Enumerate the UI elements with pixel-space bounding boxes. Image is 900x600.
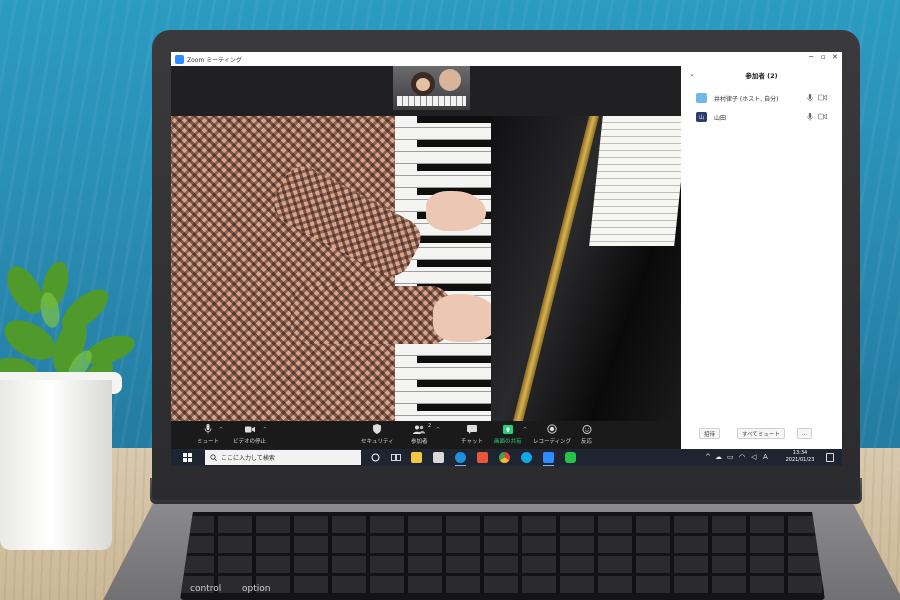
smiley-plus-icon [582,424,592,434]
taskbar-search-placeholder: ここに入力して検索 [221,455,275,462]
minimize-icon[interactable]: ─ [809,53,813,61]
file-explorer-icon[interactable] [411,452,422,463]
volume-icon[interactable]: ◁ [751,453,756,461]
window-title-bar: Zoom ミーティング ─ ▫ ✕ [171,52,842,66]
taskbar-clock[interactable]: 13:34 2021/01/23 [779,450,821,464]
zoom-logo-icon [175,54,184,64]
skype-icon[interactable] [521,452,532,463]
windows-start-icon[interactable] [183,453,192,462]
security-button[interactable]: セキュリティ [361,424,394,445]
avatar: 山 [696,112,707,122]
close-icon[interactable]: ✕ [832,53,838,61]
participants-icon [411,424,427,434]
reactions-button[interactable]: 反応 [581,424,592,445]
chat-button[interactable]: チャット [461,424,483,445]
participants-label: 参加者 [411,439,428,445]
chevron-up-icon[interactable]: ^ [705,453,711,461]
stop-video-button[interactable]: ビデオの停止 [233,424,266,445]
notification-center-icon[interactable] [826,453,834,462]
share-screen-icon [502,424,513,434]
laptop-screen: Zoom ミーティング ─ ▫ ✕ ミュート ^ ビデオの停止 ^ セキュリティ… [171,52,842,466]
record-icon [547,424,557,434]
participant-video-thumbnail[interactable] [393,66,470,110]
chat-label: チャット [461,439,483,445]
line-app-icon[interactable] [565,452,576,463]
participants-panel-header: ⌄ 参加者 (2) [681,70,842,84]
chevron-up-icon[interactable]: ^ [523,427,527,433]
mute-label: ミュート [197,439,220,445]
record-label: レコーディング [533,439,572,445]
cloud-icon[interactable]: ☁ [715,453,722,461]
participants-button[interactable]: 参加者 [411,424,428,445]
share-screen-label: 画面の共有 [494,439,522,445]
store-icon[interactable] [433,452,444,463]
thumbnail-adult [439,69,461,91]
office-icon[interactable] [477,452,488,463]
main-speaker-video[interactable] [171,116,681,421]
participant-name: 山田 [714,115,727,122]
reactions-label: 反応 [581,439,593,445]
participant-name: 井村律子 (ホスト, 自分) [714,96,779,103]
invite-button[interactable]: 招待 [699,428,721,439]
security-label: セキュリティ [361,439,394,445]
stop-video-label: ビデオの停止 [233,439,267,445]
left-hand [433,294,499,342]
windows-taskbar: ここに入力して検索 ^ ☁ ▭ ◠ ◁ A 13:34 2021/01/23 [171,449,842,466]
participants-panel-title: 参加者 (2) [745,72,778,80]
video-area [171,66,681,421]
microphone-icon[interactable] [807,113,813,121]
sheet-music [589,116,681,246]
zoom-taskbar-icon[interactable] [543,452,554,466]
chat-bubble-icon [466,424,477,434]
chevron-up-icon[interactable]: ^ [219,427,223,433]
battery-icon[interactable]: ▭ [727,453,734,461]
participants-panel: ⌄ 参加者 (2) 井村律子 (ホスト, 自分) 山 山田 招待 すべてミュート… [681,66,842,449]
edge-icon[interactable] [455,452,466,466]
option-key-label: option [242,584,271,594]
keyboard-row [180,516,825,533]
thumbnail-keyboard [397,96,466,106]
microphone-icon [203,424,213,434]
chrome-icon[interactable] [499,452,510,463]
avatar [696,93,707,103]
microphone-icon[interactable] [807,94,813,102]
participant-row[interactable]: 山 山田 [681,111,842,125]
chevron-up-icon[interactable]: ^ [436,427,440,433]
taskbar-search-box[interactable]: ここに入力して検索 [205,450,361,465]
cortana-icon[interactable] [371,453,380,462]
maximize-icon[interactable]: ▫ [821,53,826,61]
ime-indicator[interactable]: A [763,453,768,461]
more-options-button[interactable]: ... [797,428,813,439]
participant-row[interactable]: 井村律子 (ホスト, 自分) [681,92,842,106]
video-camera-icon[interactable] [818,113,827,120]
participants-count: 2 [428,423,432,429]
participants-panel-footer: 招待 すべてミュート ... [681,428,842,442]
thumbnail-child-face [416,78,430,91]
shield-icon [372,424,382,434]
wifi-icon[interactable]: ◠ [739,453,745,461]
houndstooth-jacket [171,116,396,421]
meeting-toolbar: ミュート ^ ビデオの停止 ^ セキュリティ 参加者 2 ^ チャット 画面の共… [171,421,681,449]
search-icon [210,454,217,461]
mute-button[interactable]: ミュート [197,424,219,445]
chevron-up-icon[interactable]: ^ [263,427,267,433]
task-view-icon[interactable] [391,453,401,462]
video-camera-icon [244,424,255,434]
lower-sleeve [291,286,451,344]
keyboard-row [180,576,825,593]
mute-all-button[interactable]: すべてミュート [737,428,785,439]
control-key-label: control [190,584,222,594]
video-camera-icon[interactable] [818,94,827,101]
laptop-keyboard: control option [180,512,825,600]
record-button[interactable]: レコーディング [533,424,571,445]
keyboard-row [180,556,825,573]
clock-date: 2021/01/23 [785,457,815,463]
clock-time: 13:34 [792,450,808,456]
right-hand [426,191,486,231]
keyboard-row [180,536,825,553]
window-title: Zoom ミーティング [187,56,242,64]
plant-pot [0,380,112,550]
share-screen-button[interactable]: 画面の共有 [494,424,522,445]
